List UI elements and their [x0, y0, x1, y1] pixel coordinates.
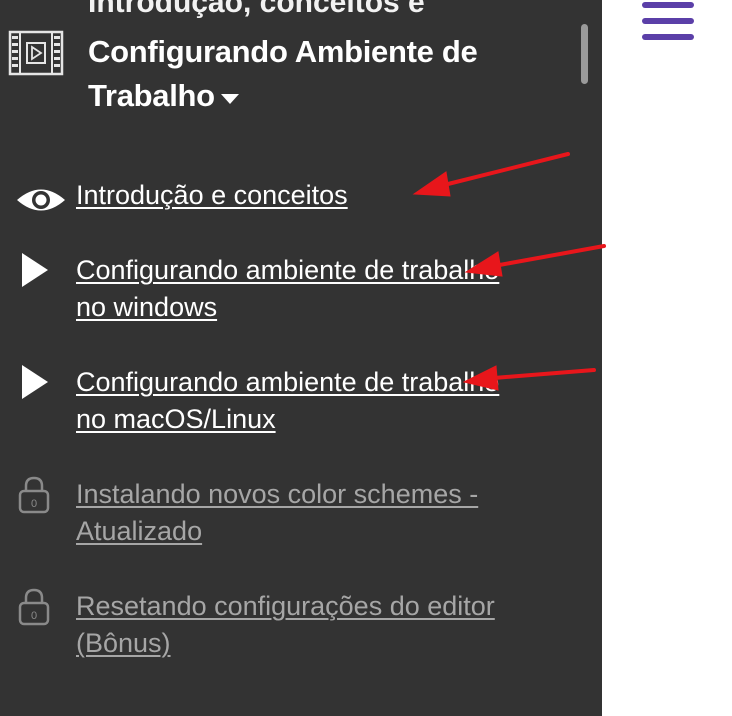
lock-icon: 0	[18, 476, 50, 519]
svg-text:0: 0	[31, 498, 37, 510]
previous-section-title-cut: Introdução, conceitos e	[88, 0, 425, 19]
lesson-link[interactable]: Configurando ambiente de trabalho no win…	[76, 252, 506, 326]
svg-text:0: 0	[31, 610, 37, 622]
lesson-link[interactable]: Instalando novos color schemes - Atualiz…	[76, 476, 506, 550]
section-title-dropdown[interactable]: Configurando Ambiente de Trabalho	[88, 30, 558, 118]
content-area	[602, 0, 732, 716]
course-sidebar: Introdução, conceitos e Configurando Amb…	[0, 0, 602, 716]
eye-icon	[16, 185, 66, 220]
scrollbar-thumb[interactable]	[581, 24, 588, 84]
caret-down-icon	[220, 73, 239, 117]
section-title-text: Configurando Ambiente de Trabalho	[88, 34, 478, 113]
lock-icon: 0	[18, 588, 50, 631]
video-film-icon	[8, 30, 64, 81]
play-icon	[20, 364, 50, 405]
play-icon	[20, 252, 50, 293]
lesson-link[interactable]: Introdução e conceitos	[76, 177, 506, 214]
lesson-link[interactable]: Configurando ambiente de trabalho no mac…	[76, 364, 506, 438]
hamburger-menu-icon[interactable]	[640, 0, 696, 51]
lesson-link[interactable]: Resetando configurações do editor (Bônus…	[76, 588, 506, 662]
